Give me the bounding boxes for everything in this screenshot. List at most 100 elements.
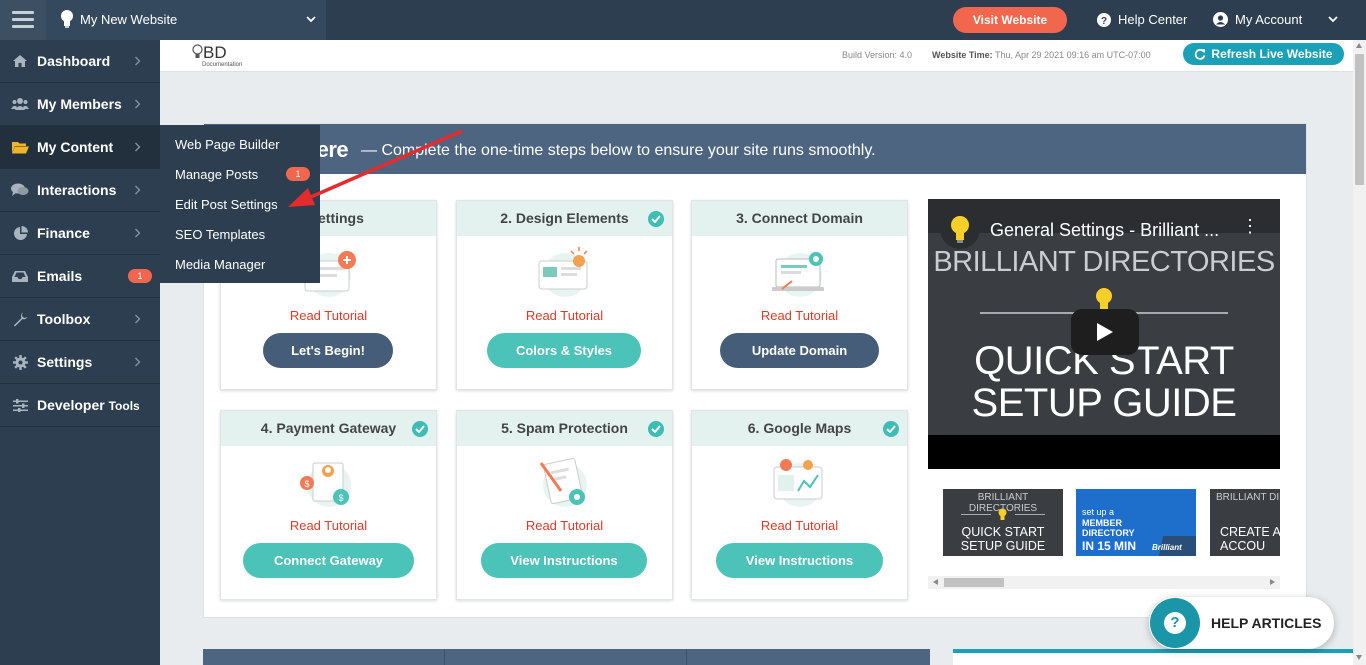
- help-center-label: Help Center: [1118, 12, 1188, 27]
- step-card-spam-protection: 5. Spam Protection Read Tutorial View In…: [456, 410, 673, 600]
- my-account-label: My Account: [1235, 12, 1303, 27]
- chevron-right-icon: [135, 99, 141, 109]
- developer-label: Developer: [37, 397, 105, 413]
- hamburger-menu-icon[interactable]: [0, 0, 46, 40]
- check-icon: [412, 421, 428, 437]
- scrollbar-thumb[interactable]: [944, 578, 1004, 587]
- sidebar: Dashboard My Members My Content Interact…: [0, 40, 160, 665]
- colors-and-styles-button[interactable]: Colors & Styles: [487, 333, 641, 368]
- sidebar-item-label: My Content: [37, 139, 114, 155]
- top-bar: My New Website Visit Website ? Help Cent…: [0, 0, 1366, 40]
- design-illustration-icon: [538, 247, 588, 297]
- folder-open-icon: [11, 139, 29, 155]
- divider: [1015, 514, 1045, 515]
- video-thumbnail-member-directory[interactable]: set up a MEMBER DIRECTORY IN 15 MIN Brill…: [1076, 489, 1196, 556]
- question-icon: ?: [1150, 598, 1200, 648]
- brilliant-logo: Brilliant: [1152, 543, 1182, 552]
- read-tutorial-link[interactable]: Read Tutorial: [457, 308, 672, 323]
- scroll-left-arrow-icon[interactable]: [933, 579, 938, 585]
- tools-label: Tools: [108, 399, 140, 413]
- thumbnail-line: QUICK START: [961, 525, 1045, 539]
- sidebar-item-interactions[interactable]: Interactions: [0, 169, 160, 212]
- help-center-link[interactable]: ? Help Center: [1097, 12, 1187, 27]
- flyout-item-media-manager[interactable]: Media Manager: [175, 257, 265, 272]
- sidebar-item-developer-tools[interactable]: Developer Tools: [0, 384, 160, 427]
- bd-documentation-logo[interactable]: BD Documentation: [188, 43, 306, 71]
- sidebar-item-my-content[interactable]: My Content: [0, 126, 160, 169]
- more-options-icon[interactable]: ⋮: [1241, 217, 1259, 235]
- logo-text: BD: [203, 43, 227, 62]
- scroll-up-arrow-icon[interactable]: [1356, 43, 1362, 48]
- read-tutorial-link[interactable]: Read Tutorial: [692, 308, 907, 323]
- red-annotation-arrow-icon: [288, 129, 463, 207]
- bottom-panel-header: [203, 649, 930, 665]
- play-button-icon[interactable]: [1071, 309, 1139, 355]
- sidebar-item-finance[interactable]: Finance: [0, 212, 160, 255]
- sidebar-item-label: My Members: [37, 96, 122, 112]
- thumbnail-headline: CREATE A ACCOU: [1220, 525, 1280, 553]
- thumbnail-line: SETUP GUIDE: [960, 539, 1046, 553]
- chevron-right-icon: [135, 357, 141, 367]
- read-tutorial-link[interactable]: Read Tutorial: [692, 518, 907, 533]
- chevron-down-icon: [306, 16, 316, 23]
- thumbnail-brand: BRILLIANT DIRE: [1216, 492, 1280, 503]
- sidebar-item-my-members[interactable]: My Members: [0, 83, 160, 126]
- check-icon: [648, 421, 664, 437]
- step-card-connect-domain: 3. Connect Domain Read Tutorial Update D…: [691, 200, 908, 390]
- step-title: 5. Spam Protection: [457, 411, 672, 446]
- sidebar-item-dashboard[interactable]: Dashboard: [0, 40, 160, 83]
- sidebar-item-label: Finance: [37, 225, 90, 241]
- user-circle-icon: [1213, 12, 1228, 27]
- flyout-item-web-page-builder[interactable]: Web Page Builder: [175, 137, 280, 152]
- vertical-scrollbar[interactable]: [1353, 40, 1366, 665]
- read-tutorial-link[interactable]: Read Tutorial: [457, 518, 672, 533]
- horizontal-scrollbar[interactable]: [928, 576, 1280, 589]
- video-thumbnail-quick-start[interactable]: BRILLIANT DIRECTORIES QUICK START SETUP G…: [943, 489, 1063, 556]
- sidebar-item-label: Developer Tools: [37, 397, 140, 413]
- flyout-item-manage-posts[interactable]: Manage Posts: [175, 167, 258, 182]
- website-selector[interactable]: My New Website: [46, 0, 326, 40]
- sidebar-item-toolbox[interactable]: Toolbox: [0, 298, 160, 341]
- check-icon: [883, 421, 899, 437]
- video-title[interactable]: General Settings - Brilliant ...: [990, 220, 1219, 241]
- chevron-right-icon: [135, 56, 141, 66]
- lets-begin-button[interactable]: Let's Begin!: [263, 333, 393, 368]
- sidebar-item-settings[interactable]: Settings: [0, 341, 160, 384]
- scrollbar-thumb[interactable]: [1355, 54, 1364, 185]
- flyout-item-seo-templates[interactable]: SEO Templates: [175, 227, 265, 242]
- read-tutorial-link[interactable]: Read Tutorial: [221, 308, 436, 323]
- sidebar-item-emails[interactable]: Emails 1: [0, 255, 160, 298]
- scroll-right-arrow-icon[interactable]: [1270, 579, 1275, 585]
- step-card-payment-gateway: 4. Payment Gateway $ $ Read Tutorial Conn…: [220, 410, 437, 600]
- scroll-down-arrow-icon[interactable]: [1356, 655, 1362, 660]
- divider: [961, 514, 991, 515]
- logo-subtext: Documentation: [202, 62, 243, 68]
- thumbnail-line: MEMBER: [1082, 518, 1122, 528]
- chevron-down-icon[interactable]: [1328, 15, 1338, 23]
- thumbnail-headline: QUICK START SETUP GUIDE: [943, 525, 1063, 553]
- view-instructions-button[interactable]: View Instructions: [481, 543, 647, 578]
- thumbnail-line: DIRECTORY: [1082, 528, 1135, 538]
- comments-icon: [11, 182, 29, 198]
- sidebar-item-label: Emails: [37, 268, 83, 284]
- step-card-design-elements: 2. Design Elements Read Tutorial Colors …: [456, 200, 673, 390]
- visit-website-button[interactable]: Visit Website: [953, 7, 1067, 33]
- thumbnail-line: IN 15 MIN: [1082, 539, 1137, 553]
- domain-illustration-icon: [772, 252, 824, 297]
- view-instructions-button[interactable]: View Instructions: [716, 543, 883, 578]
- connect-gateway-button[interactable]: Connect Gateway: [243, 543, 414, 578]
- accent-bar: [953, 649, 1353, 653]
- flyout-item-edit-post-settings[interactable]: Edit Post Settings: [175, 197, 278, 212]
- video-thumbnail-create-account[interactable]: BRILLIANT DIRE CREATE AACCOU: [1210, 489, 1280, 556]
- video-player[interactable]: General Settings - Brilliant ... ⋮ BRILL…: [928, 199, 1280, 469]
- lightbulb-icon: [192, 44, 203, 58]
- maps-illustration-icon: [773, 459, 823, 507]
- refresh-live-website-button[interactable]: Refresh Live Website: [1183, 43, 1344, 65]
- my-account-menu[interactable]: My Account: [1213, 12, 1302, 27]
- home-icon: [11, 53, 29, 69]
- video-thumbnails-carousel: BRILLIANT DIRECTORIES QUICK START SETUP G…: [928, 479, 1280, 594]
- help-articles-button[interactable]: ? HELP ARTICLES: [1149, 597, 1334, 649]
- read-tutorial-link[interactable]: Read Tutorial: [221, 518, 436, 533]
- svg-text:$: $: [304, 479, 309, 489]
- update-domain-button[interactable]: Update Domain: [720, 333, 879, 368]
